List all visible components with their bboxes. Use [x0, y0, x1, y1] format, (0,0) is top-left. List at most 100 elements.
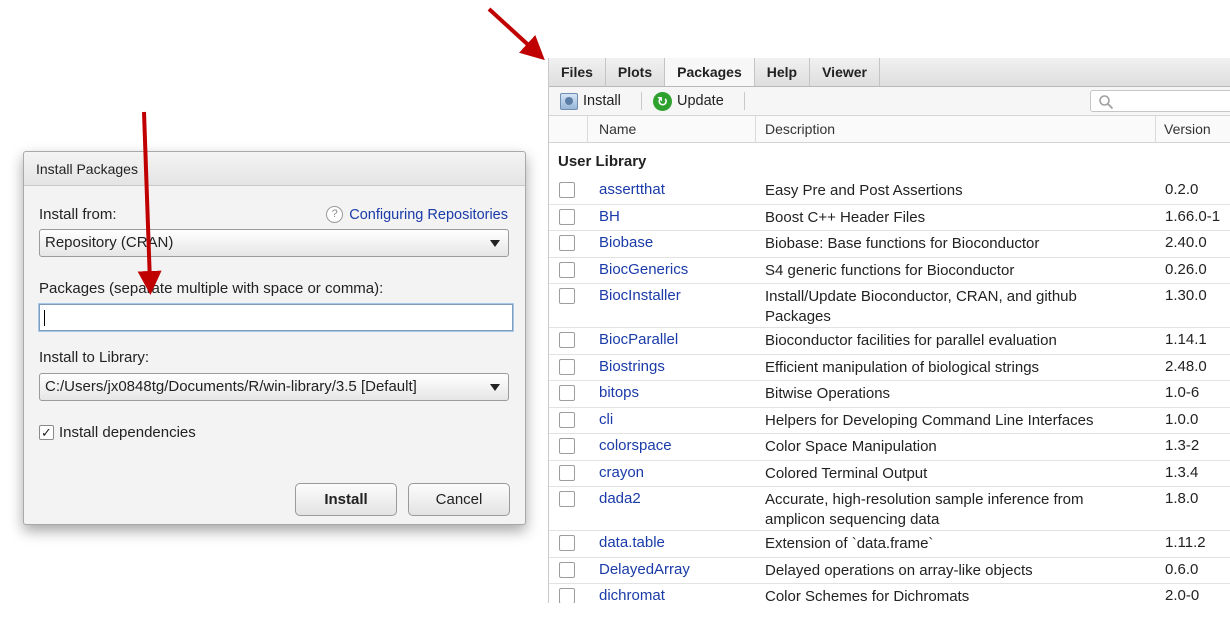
tab-plots[interactable]: Plots — [606, 58, 666, 86]
package-load-checkbox[interactable] — [559, 411, 575, 428]
configuring-repositories-link[interactable]: ? Configuring Repositories — [326, 206, 508, 223]
package-version: 1.3-2 — [1165, 437, 1200, 454]
packages-input[interactable] — [39, 304, 513, 331]
package-version: 0.6.0 — [1165, 560, 1199, 578]
package-description: Extension of `data.frame` — [765, 535, 934, 552]
package-name-link[interactable]: assertthat — [599, 181, 665, 198]
dialog-title: Install Packages — [24, 152, 525, 186]
package-name-link[interactable]: crayon — [599, 464, 644, 481]
install-from-value: Repository (CRAN) — [45, 234, 174, 251]
install-icon — [560, 92, 578, 110]
package-row: assertthat Easy Pre and Post Assertions 0.… — [549, 178, 1230, 205]
package-description: Easy Pre and Post Assertions — [765, 182, 963, 199]
install-from-label: Install from: — [39, 206, 117, 223]
package-load-checkbox[interactable] — [559, 182, 575, 198]
package-version: 1.0-6 — [1165, 384, 1200, 401]
install-dependencies-checkbox[interactable]: ✓ Install dependencies — [39, 424, 196, 441]
package-load-checkbox[interactable] — [559, 208, 575, 225]
package-row: DelayedArray Delayed operations on array-… — [549, 558, 1230, 584]
install-packages-button[interactable]: Install — [560, 91, 621, 111]
help-link-label: Configuring Repositories — [349, 206, 508, 223]
package-name-link[interactable]: cli — [599, 411, 613, 428]
update-packages-button[interactable]: ↻ Update — [653, 91, 724, 111]
package-name-link[interactable]: colorspace — [599, 437, 672, 454]
package-row: dada2 Accurate, high-resolution sample in… — [549, 487, 1230, 531]
package-version: 1.8.0 — [1165, 490, 1199, 507]
package-load-checkbox[interactable] — [559, 288, 575, 304]
package-description: Color Schemes for Dichromats — [765, 588, 970, 603]
package-load-checkbox[interactable] — [559, 491, 575, 507]
package-name-link[interactable]: BH — [599, 208, 620, 225]
text-cursor — [44, 310, 45, 327]
package-version: 1.14.1 — [1165, 331, 1207, 348]
package-load-checkbox[interactable] — [559, 332, 575, 348]
package-description: Install/Update Bioconductor, CRAN, and g… — [765, 288, 1077, 325]
library-select[interactable]: C:/Users/jx0848tg/Documents/R/win-librar… — [39, 373, 509, 401]
library-label: Install to Library: — [39, 349, 150, 366]
install-toolbar-label: Install — [583, 93, 621, 109]
library-value: C:/Users/jx0848tg/Documents/R/win-librar… — [45, 378, 417, 395]
screenshot: Install Packages Install from: ? Configu… — [0, 0, 1230, 618]
package-version: 1.3.4 — [1165, 463, 1199, 481]
section-user-library: User Library — [558, 153, 647, 170]
package-description: Colored Terminal Output — [765, 464, 928, 482]
checkmark-icon: ✓ — [39, 425, 54, 440]
package-version: 1.30.0 — [1165, 287, 1207, 304]
arrow-pointing-packages-tab — [487, 7, 545, 61]
package-load-checkbox[interactable] — [559, 535, 575, 551]
package-description: Color Space Manipulation — [765, 438, 937, 455]
package-name-link[interactable]: Biobase — [599, 234, 653, 251]
toolbar-divider — [641, 92, 642, 110]
package-load-checkbox[interactable] — [559, 438, 575, 454]
tab-help[interactable]: Help — [755, 58, 811, 86]
column-divider — [1155, 116, 1156, 143]
package-name-link[interactable]: BiocGenerics — [599, 261, 688, 278]
tab-packages[interactable]: Packages — [665, 58, 755, 86]
package-name-link[interactable]: BiocInstaller — [599, 287, 681, 304]
install-packages-dialog: Install Packages Install from: ? Configu… — [23, 151, 526, 525]
search-input[interactable] — [1090, 90, 1230, 112]
package-row: colorspace Color Space Manipulation 1.3-2 — [549, 434, 1230, 461]
package-load-checkbox[interactable] — [559, 561, 575, 578]
toolbar-divider — [744, 92, 745, 110]
package-load-checkbox[interactable] — [559, 261, 575, 278]
package-name-link[interactable]: DelayedArray — [599, 561, 690, 578]
update-toolbar-label: Update — [677, 93, 724, 109]
packages-pane: Files Plots Packages Help Viewer Install… — [548, 58, 1230, 603]
column-header-version[interactable]: Version — [1164, 116, 1211, 143]
column-header-name[interactable]: Name — [599, 116, 636, 143]
packages-toolbar: Install ↻ Update — [549, 87, 1230, 116]
package-row: BiocGenerics S4 generic functions for Bio… — [549, 258, 1230, 284]
tab-files[interactable]: Files — [549, 58, 606, 86]
install-from-select[interactable]: Repository (CRAN) — [39, 229, 509, 257]
column-divider — [755, 116, 756, 143]
cancel-button[interactable]: Cancel — [408, 483, 510, 516]
package-description: Bitwise Operations — [765, 385, 891, 402]
package-load-checkbox[interactable] — [559, 358, 575, 375]
package-row: cli Helpers for Developing Command Line I… — [549, 408, 1230, 434]
install-button[interactable]: Install — [295, 483, 397, 516]
package-name-link[interactable]: BiocParallel — [599, 331, 678, 348]
package-name-link[interactable]: Biostrings — [599, 358, 665, 375]
package-load-checkbox[interactable] — [559, 235, 575, 251]
package-name-link[interactable]: bitops — [599, 384, 639, 401]
package-version: 0.2.0 — [1165, 181, 1199, 198]
column-header-description[interactable]: Description — [765, 116, 835, 143]
package-name-link[interactable]: data.table — [599, 534, 665, 551]
tab-viewer[interactable]: Viewer — [810, 58, 880, 86]
package-description: Bioconductor facilities for parallel eva… — [765, 332, 1057, 349]
chevron-down-icon — [490, 240, 500, 247]
package-row: Biobase Biobase: Base functions for Bioco… — [549, 231, 1230, 258]
package-name-link[interactable]: dichromat — [599, 587, 665, 603]
package-row: BH Boost C++ Header Files 1.66.0-1 — [549, 205, 1230, 231]
package-load-checkbox[interactable] — [559, 464, 575, 481]
package-version: 1.0.0 — [1165, 410, 1199, 428]
package-version: 2.48.0 — [1165, 357, 1207, 375]
package-name-link[interactable]: dada2 — [599, 490, 641, 507]
package-version: 2.40.0 — [1165, 234, 1207, 251]
package-version: 2.0-0 — [1165, 587, 1200, 603]
package-load-checkbox[interactable] — [559, 588, 575, 603]
package-load-checkbox[interactable] — [559, 385, 575, 401]
package-description: Efficient manipulation of biological str… — [765, 358, 1040, 376]
column-divider — [587, 116, 588, 143]
